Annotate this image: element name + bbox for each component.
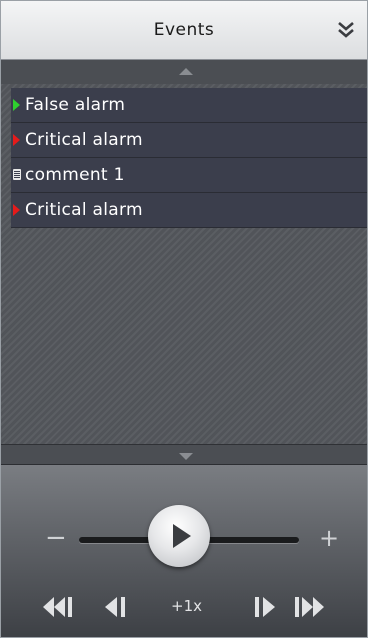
events-header: Events	[1, 1, 367, 60]
playback-controls: − + +1x	[1, 464, 367, 637]
event-row-comment[interactable]: comment 1	[11, 158, 367, 193]
playback-speed[interactable]: +1x	[171, 597, 202, 615]
chevron-down-icon	[179, 453, 193, 460]
red-marker-icon	[13, 204, 20, 216]
zoom-out-button[interactable]: −	[45, 523, 67, 553]
step-back-icon[interactable]	[103, 593, 131, 621]
event-label: comment 1	[25, 165, 125, 185]
step-forward-icon[interactable]	[251, 593, 279, 621]
event-label: Critical alarm	[25, 200, 143, 220]
event-list[interactable]: False alarm Critical alarm comment 1 Cri…	[1, 84, 367, 444]
play-icon	[173, 524, 191, 548]
skip-to-end-icon[interactable]	[291, 593, 327, 621]
comment-icon	[13, 169, 21, 180]
event-row-critical-alarm[interactable]: Critical alarm	[11, 123, 367, 158]
zoom-in-button[interactable]: +	[319, 523, 339, 553]
red-marker-icon	[13, 134, 20, 146]
event-row-critical-alarm[interactable]: Critical alarm	[11, 193, 367, 228]
events-panel: Events False alarm Critical alarm commen…	[0, 0, 368, 638]
chevron-up-icon	[179, 68, 193, 75]
scroll-up-button[interactable]	[1, 60, 367, 84]
green-marker-icon	[13, 99, 20, 111]
double-chevron-down-icon[interactable]	[335, 19, 357, 41]
panel-title: Events	[153, 20, 215, 40]
event-row-false-alarm[interactable]: False alarm	[11, 88, 367, 123]
play-button[interactable]	[148, 505, 210, 567]
event-label: Critical alarm	[25, 130, 143, 150]
skip-to-start-icon[interactable]	[41, 593, 77, 621]
event-label: False alarm	[25, 95, 126, 115]
